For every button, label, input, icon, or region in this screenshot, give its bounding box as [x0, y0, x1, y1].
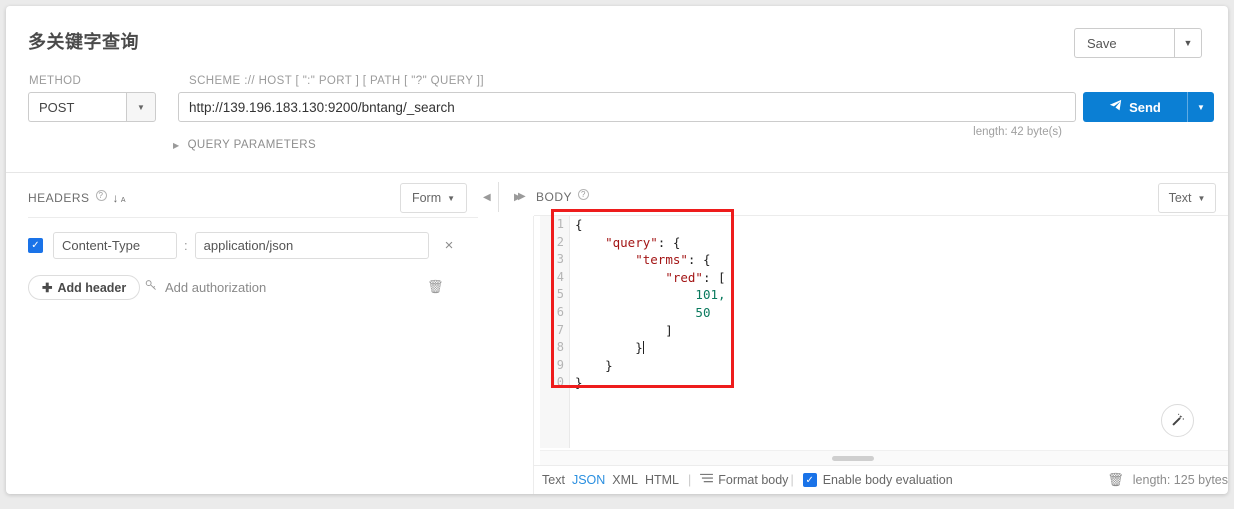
header-divider — [6, 172, 1228, 173]
enable-body-evaluation-checkbox[interactable]: ✓ — [802, 473, 817, 487]
delete-body-icon[interactable]: 🗑 — [1107, 472, 1124, 488]
send-button-group: Send ▼ — [1083, 92, 1214, 122]
editor-line: "terms": { — [635, 252, 711, 268]
collapse-left-arrow[interactable]: ◀ — [483, 192, 491, 203]
header-separator: : — [184, 238, 188, 253]
editor-code-content[interactable]: { "query": { "terms": { "red": [ 101, 50… — [571, 216, 1228, 448]
editor-line-number: 9 — [556, 357, 564, 372]
add-header-label: Add header — [57, 280, 127, 295]
editor-line-number: 1 — [556, 217, 564, 231]
header-value-input[interactable]: application/json — [194, 232, 429, 259]
editor-line: } — [575, 340, 644, 356]
headers-view-mode-value: Form — [411, 191, 442, 205]
key-icon — [145, 279, 158, 295]
scrollbar-thumb[interactable] — [832, 456, 874, 461]
editor-line-number: 8 — [556, 340, 564, 355]
format-lines-icon — [700, 473, 714, 487]
body-view-mode-value: Text — [1168, 191, 1192, 205]
request-panel: 多关键字查询 Save ▼ METHOD SCHEME :// HOST [ "… — [6, 6, 1228, 494]
url-length-note: length: 42 byte(s) — [973, 126, 1062, 138]
help-icon[interactable]: ? — [95, 189, 107, 201]
header-row-checkbox[interactable]: ✓ — [28, 238, 43, 253]
send-dropdown-button[interactable]: ▼ — [1187, 92, 1214, 122]
save-button[interactable]: Save — [1074, 28, 1174, 58]
editor-line: 50 — [695, 304, 711, 320]
status-bar-divider — [534, 465, 1228, 466]
editor-line-number: 7 — [556, 322, 564, 337]
editor-line-number: 6 — [556, 304, 564, 319]
format-body-label: Format body — [718, 473, 789, 487]
url-label: SCHEME :// HOST [ ":" PORT ] [ PATH [ "?… — [189, 75, 484, 87]
query-parameters-label: QUERY PARAMETERS — [187, 139, 317, 151]
status-separator: | — [790, 473, 794, 487]
send-button-label: Send — [1129, 99, 1161, 115]
chevron-down-icon: ▼ — [1197, 193, 1206, 203]
editor-line-numbers: 1 2 3 4 5 6 7 8 9 10 — [540, 216, 570, 448]
editor-line: "red": [ — [665, 269, 726, 285]
save-dropdown-button[interactable]: ▼ — [1174, 28, 1202, 58]
close-icon[interactable]: × — [445, 237, 454, 254]
editor-line: } — [575, 375, 583, 391]
format-option-text[interactable]: Text — [542, 473, 565, 487]
editor-line: } — [575, 357, 613, 373]
body-code-editor[interactable]: 1 2 3 4 5 6 7 8 9 10 { "query": { "terms": { "red… — [540, 216, 1228, 448]
query-parameters-toggle[interactable]: ▶ QUERY PARAMETERS — [173, 139, 316, 151]
url-input[interactable]: http://139.196.183.130:9200/bntang/_sear… — [178, 92, 1076, 122]
editor-line-number: 10 — [549, 375, 564, 390]
method-value: POST — [28, 92, 126, 122]
editor-line: "query": { — [605, 234, 681, 250]
editor-horizontal-scrollbar[interactable] — [540, 450, 1228, 466]
editor-line: { — [575, 217, 583, 232]
page-title: 多关键字查询 — [28, 32, 139, 52]
body-collapse-arrow[interactable]: ▶ — [518, 191, 526, 202]
method-select[interactable]: POST ▼ — [28, 92, 156, 122]
panel-vertical-divider — [498, 182, 499, 212]
delete-headers-icon[interactable]: 🗑 — [427, 279, 444, 295]
body-length-label: length: 125 bytes — [1132, 473, 1228, 487]
format-body-button[interactable]: Format body — [700, 473, 788, 487]
status-bar-right: 🗑 length: 125 bytes — [1107, 472, 1228, 488]
enable-body-evaluation-label: Enable body evaluation — [822, 473, 953, 487]
headers-divider — [28, 217, 478, 218]
help-icon[interactable]: ? — [578, 188, 590, 200]
save-button-group: Save ▼ — [1074, 28, 1202, 58]
plus-icon: ✚ — [42, 281, 53, 295]
send-button[interactable]: Send — [1083, 92, 1187, 122]
format-option-html[interactable]: HTML — [645, 473, 679, 487]
status-separator: | — [688, 473, 692, 487]
table-row: ✓ Content-Type : application/json × — [28, 232, 453, 259]
chevron-down-icon: ▼ — [1197, 102, 1205, 112]
add-authorization-button[interactable]: Add authorization — [145, 279, 266, 295]
magic-wand-button[interactable] — [1161, 404, 1194, 437]
format-option-json[interactable]: JSON — [572, 473, 605, 487]
enable-body-evaluation-toggle[interactable]: ✓ Enable body evaluation — [802, 473, 953, 487]
sort-az-icon[interactable]: ↓ A — [113, 191, 127, 205]
panel-split-divider — [533, 216, 534, 494]
chevron-down-icon: ▼ — [447, 193, 456, 203]
chevron-down-icon: ▼ — [1183, 38, 1193, 48]
headers-section-title: HEADERS ? ↓ A — [28, 189, 127, 205]
method-label: METHOD — [29, 75, 82, 87]
editor-line-number: 4 — [556, 269, 564, 284]
editor-line-number: 3 — [556, 252, 564, 267]
editor-line: ] — [575, 322, 673, 338]
editor-line-number: 2 — [556, 234, 564, 249]
add-header-button[interactable]: ✚ Add header — [28, 275, 141, 300]
chevron-right-icon: ▶ — [173, 140, 180, 150]
chevron-down-icon: ▼ — [137, 102, 145, 112]
header-key-input[interactable]: Content-Type — [53, 232, 177, 259]
headers-view-mode-select[interactable]: Form ▼ — [400, 183, 467, 213]
format-option-xml[interactable]: XML — [612, 473, 638, 487]
method-dropdown-arrow[interactable]: ▼ — [126, 92, 156, 122]
body-view-mode-select[interactable]: Text ▼ — [1158, 183, 1216, 213]
editor-line-number: 5 — [556, 287, 564, 302]
body-label: BODY — [536, 190, 573, 204]
send-paper-plane-icon — [1109, 99, 1122, 115]
body-status-bar: Text JSON XML HTML | Format body | ✓ Ena… — [542, 470, 1228, 490]
body-section-title: BODY ? — [536, 188, 590, 204]
editor-line: 101, — [695, 287, 726, 303]
headers-label: HEADERS — [28, 191, 90, 205]
add-authorization-label: Add authorization — [165, 279, 267, 295]
